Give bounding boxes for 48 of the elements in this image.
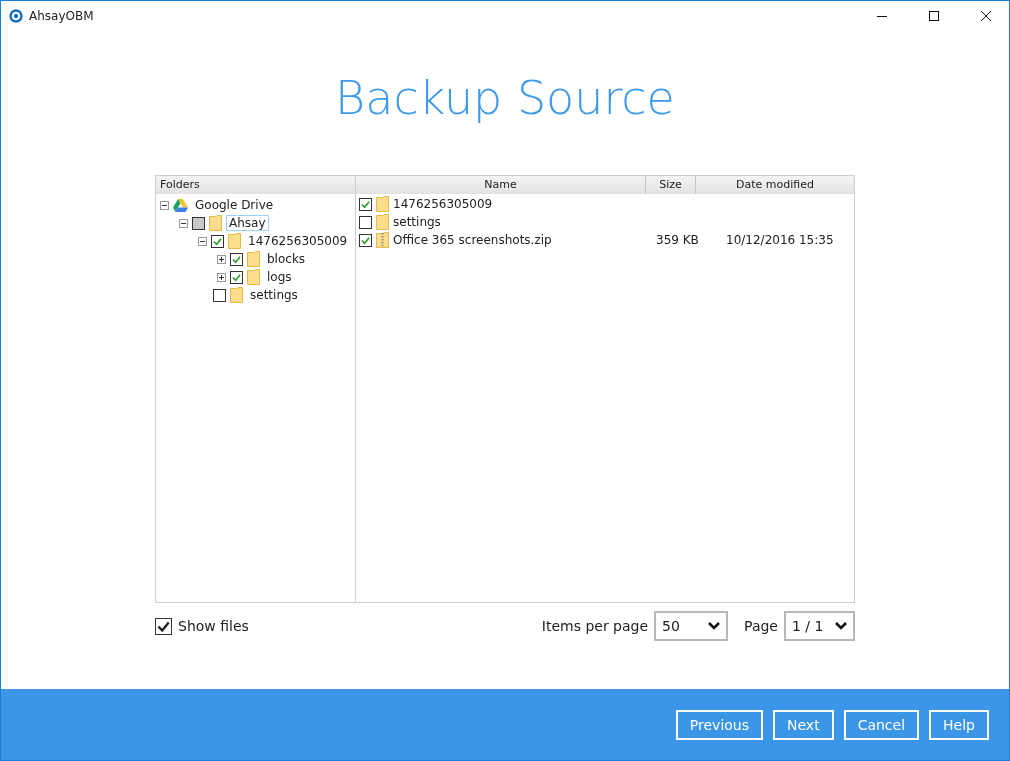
folder-icon	[209, 215, 222, 231]
collapse-toggle[interactable]	[160, 200, 169, 210]
tree-item[interactable]: Ahsay	[226, 215, 269, 231]
items-per-page-dropdown[interactable]: 50	[654, 611, 729, 641]
chevron-down-icon	[708, 622, 721, 630]
file-date: 10/12/2016 15:35	[726, 233, 834, 247]
column-header: Folders	[159, 177, 201, 193]
checkbox[interactable]	[359, 233, 372, 247]
page-dropdown[interactable]: 1 / 1	[784, 611, 855, 641]
close-icon	[981, 11, 991, 21]
tree-item[interactable]: Google Drive	[192, 197, 277, 213]
collapse-toggle[interactable]	[198, 236, 207, 246]
column-header[interactable]: Date modified	[696, 176, 854, 194]
app-logo-icon	[9, 9, 23, 23]
chevron-down-icon	[835, 622, 847, 630]
drive-icon	[173, 198, 188, 212]
file-name[interactable]: Office 365 screenshots.zip	[393, 233, 552, 247]
tree-item[interactable]: 1476256305009	[245, 233, 351, 249]
window-title: AhsayOBM	[29, 9, 95, 23]
folder-icon	[376, 196, 389, 212]
folder-icon	[247, 269, 260, 285]
checkbox[interactable]	[359, 215, 372, 229]
folder-icon	[228, 233, 241, 249]
file-name[interactable]: 1476256305009	[393, 197, 493, 211]
folder-icon	[230, 287, 243, 303]
page-heading: Backup Source	[335, 71, 675, 127]
tree-item[interactable]: settings	[247, 287, 301, 303]
column-header[interactable]: Size	[646, 176, 696, 194]
folder-icon	[376, 214, 389, 230]
show-files-checkbox[interactable]	[155, 617, 172, 635]
page-label: Page	[744, 618, 778, 634]
zip-file-icon	[376, 232, 389, 248]
checkbox[interactable]	[230, 270, 243, 284]
checkbox[interactable]	[213, 288, 226, 302]
show-files-label: Show files	[178, 618, 250, 634]
checkbox[interactable]	[211, 234, 224, 248]
tree-item[interactable]: logs	[264, 269, 295, 285]
checkbox[interactable]	[359, 197, 372, 211]
column-header[interactable]: Name	[356, 176, 646, 194]
file-size: 359 KB	[656, 233, 699, 247]
checkbox[interactable]	[230, 252, 243, 266]
items-per-page-label: Items per page	[541, 618, 649, 634]
collapse-toggle[interactable]	[179, 218, 188, 228]
checkbox[interactable]	[192, 216, 205, 230]
folder-icon	[247, 251, 260, 267]
file-name[interactable]: settings	[393, 215, 441, 229]
tree-item[interactable]: blocks	[264, 251, 309, 267]
maximize-icon	[929, 11, 939, 21]
